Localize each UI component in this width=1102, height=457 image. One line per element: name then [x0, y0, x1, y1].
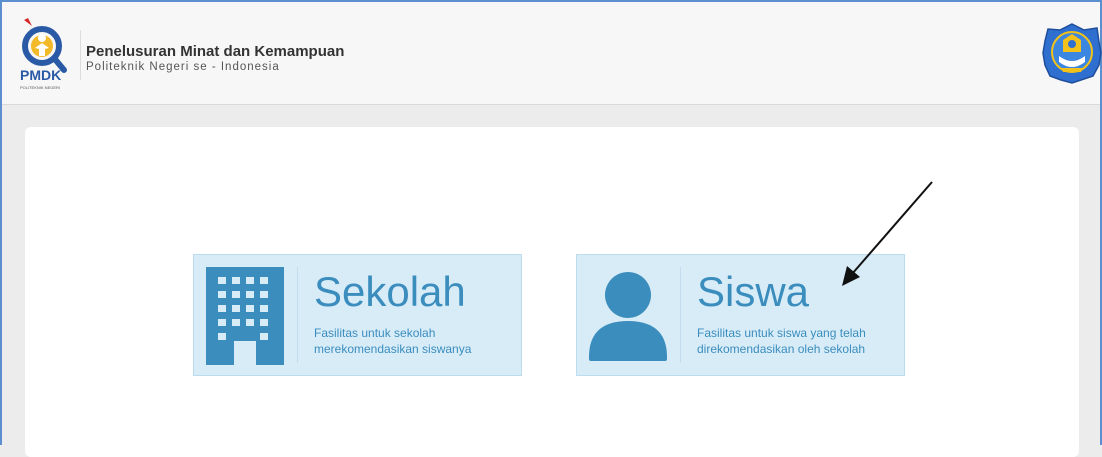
svg-text:PMDK: PMDK — [20, 67, 61, 83]
kemendikbud-emblem-icon — [1042, 23, 1102, 84]
svg-text:POLITEKNIK NEGERI: POLITEKNIK NEGERI — [20, 85, 60, 90]
card-divider — [297, 267, 298, 363]
page-header: PMDK POLITEKNIK NEGERI Penelusuran Minat… — [2, 2, 1102, 105]
user-icon — [589, 272, 667, 361]
siswa-card-title: Siswa — [697, 268, 810, 315]
site-subtitle: Politeknik Negeri se - Indonesia — [86, 61, 280, 73]
card-divider — [680, 267, 681, 363]
sekolah-card-button[interactable]: Sekolah Fasilitas untuk sekolah merekome… — [193, 254, 522, 376]
main-panel — [25, 127, 1079, 457]
pmdk-logo: PMDK POLITEKNIK NEGERI — [20, 18, 67, 90]
building-icon — [206, 267, 284, 365]
logo-divider — [80, 30, 81, 80]
sekolah-card-title: Sekolah — [314, 268, 466, 315]
annotation-arrow-icon — [842, 181, 933, 286]
site-title: Penelusuran Minat dan Kemampuan — [86, 43, 345, 60]
siswa-card-description: Fasilitas untuk siswa yang telah direkom… — [697, 326, 866, 356]
sekolah-card-description: Fasilitas untuk sekolah merekomendasikan… — [314, 326, 472, 356]
